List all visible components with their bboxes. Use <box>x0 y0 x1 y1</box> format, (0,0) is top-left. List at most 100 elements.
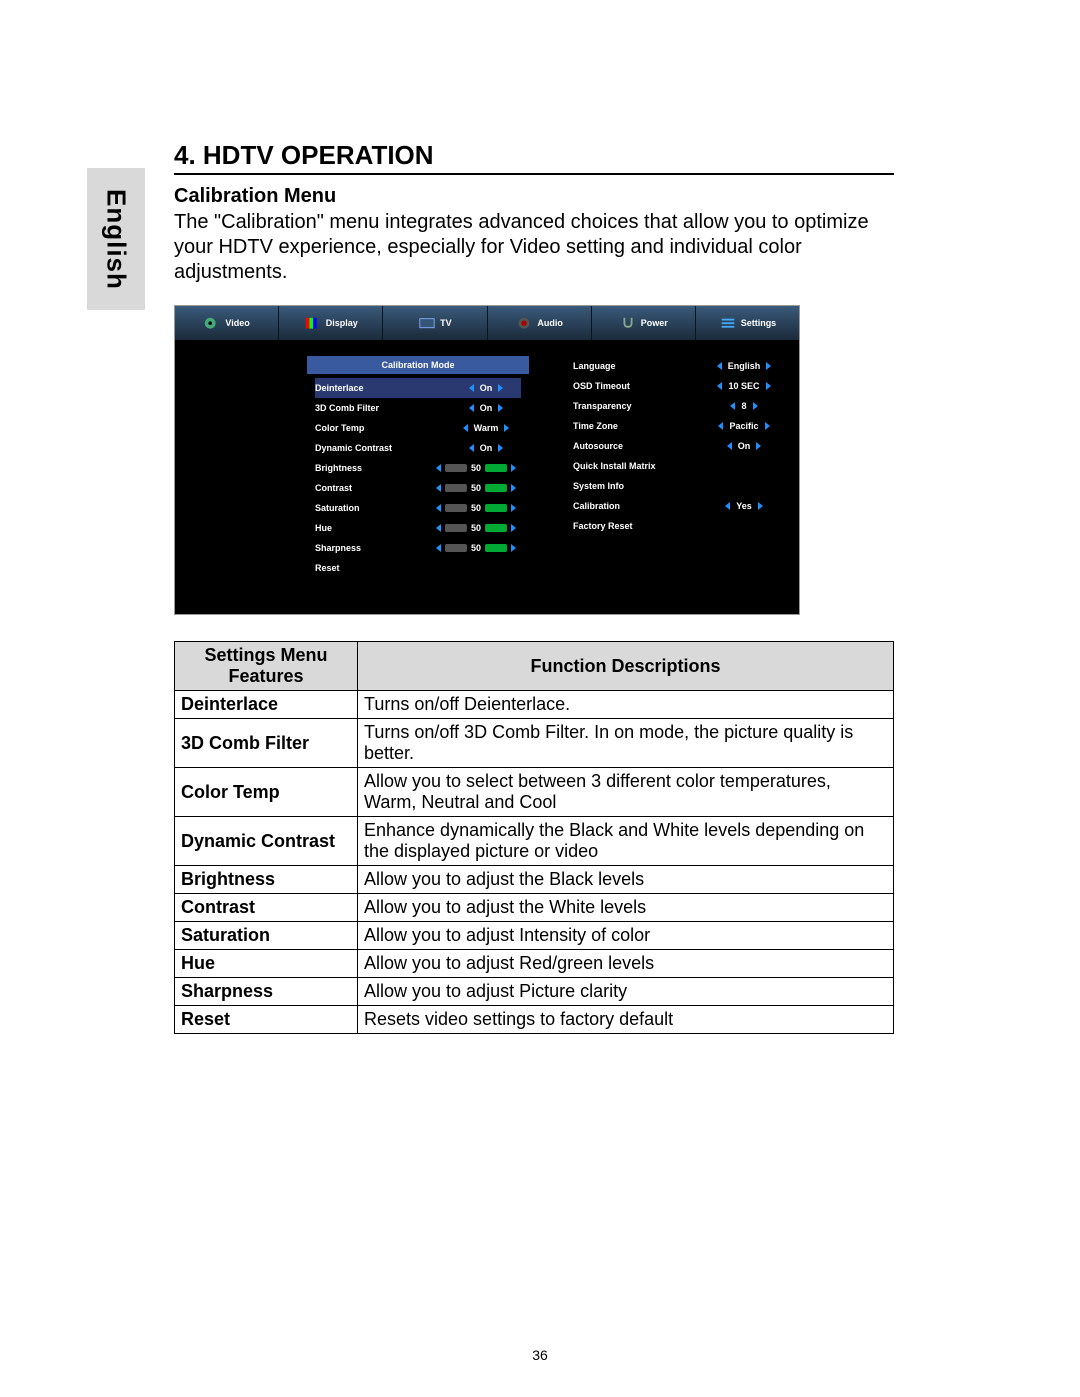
osd-row-deinterlace[interactable]: DeinterlaceOn <box>315 378 521 398</box>
osd-row-system-info[interactable]: System Info <box>573 476 779 496</box>
osd-value: 50 <box>471 523 481 533</box>
chevron-right-icon[interactable] <box>758 502 763 510</box>
osd-value-selector[interactable]: On <box>451 443 521 453</box>
chevron-left-icon[interactable] <box>436 464 441 472</box>
chevron-left-icon[interactable] <box>436 504 441 512</box>
osd-value-selector[interactable]: On <box>451 383 521 393</box>
osd-tab-tv[interactable]: TV <box>383 306 487 340</box>
chevron-right-icon[interactable] <box>511 544 516 552</box>
osd-value: 50 <box>471 543 481 553</box>
osd-slider[interactable]: 50 <box>431 523 521 533</box>
chevron-left-icon[interactable] <box>436 544 441 552</box>
language-tab-label: English <box>101 189 132 290</box>
chevron-left-icon[interactable] <box>469 384 474 392</box>
osd-row-sharpness[interactable]: Sharpness50 <box>315 538 521 558</box>
feature-name: Contrast <box>175 894 358 922</box>
chevron-right-icon[interactable] <box>511 504 516 512</box>
chevron-right-icon[interactable] <box>765 422 770 430</box>
chevron-right-icon[interactable] <box>511 524 516 532</box>
chevron-left-icon[interactable] <box>463 424 468 432</box>
osd-row-hue[interactable]: Hue50 <box>315 518 521 538</box>
osd-row-language[interactable]: LanguageEnglish <box>573 356 779 376</box>
table-row: ResetResets video settings to factory de… <box>175 1006 894 1034</box>
table-row: Color TempAllow you to select between 3 … <box>175 768 894 817</box>
osd-row-label: Reset <box>315 563 521 573</box>
osd-row-3d-comb-filter[interactable]: 3D Comb FilterOn <box>315 398 521 418</box>
osd-row-brightness[interactable]: Brightness50 <box>315 458 521 478</box>
osd-value-selector[interactable]: Pacific <box>709 421 779 431</box>
chevron-right-icon[interactable] <box>504 424 509 432</box>
chevron-left-icon[interactable] <box>469 404 474 412</box>
osd-tab-settings[interactable]: Settings <box>696 306 799 340</box>
chevron-left-icon[interactable] <box>436 484 441 492</box>
osd-value: 10 SEC <box>728 381 759 391</box>
osd-tab-power[interactable]: Power <box>592 306 696 340</box>
osd-slider[interactable]: 50 <box>431 503 521 513</box>
osd-slider[interactable]: 50 <box>431 543 521 553</box>
feature-description: Allow you to adjust the White levels <box>358 894 894 922</box>
osd-row-calibration[interactable]: Calibration Yes <box>573 496 779 516</box>
chevron-left-icon[interactable] <box>469 444 474 452</box>
feature-description: Turns on/off 3D Comb Filter. In on mode,… <box>358 719 894 768</box>
osd-tab-label: Audio <box>537 318 563 328</box>
osd-value-selector[interactable]: 8 <box>709 401 779 411</box>
osd-row-contrast[interactable]: Contrast50 <box>315 478 521 498</box>
osd-value-selector[interactable]: Yes <box>709 501 779 511</box>
osd-tab-display[interactable]: Display <box>279 306 383 340</box>
chevron-left-icon[interactable] <box>717 362 722 370</box>
osd-row-osd-timeout[interactable]: OSD Timeout10 SEC <box>573 376 779 396</box>
chevron-right-icon[interactable] <box>498 384 503 392</box>
chevron-right-icon[interactable] <box>511 464 516 472</box>
osd-tab-audio[interactable]: Audio <box>488 306 592 340</box>
osd-slider[interactable]: 50 <box>431 483 521 493</box>
osd-screenshot: Video Display TV <box>174 305 800 615</box>
slider-bar-right <box>485 464 507 472</box>
chevron-right-icon[interactable] <box>766 382 771 390</box>
feature-description: Allow you to adjust Picture clarity <box>358 978 894 1006</box>
slider-bar-right <box>485 504 507 512</box>
slider-bar-left <box>445 504 467 512</box>
chevron-right-icon[interactable] <box>498 404 503 412</box>
osd-row-quick-install-matrix[interactable]: Quick Install Matrix <box>573 456 779 476</box>
intro-paragraph: The "Calibration" menu integrates advanc… <box>174 210 894 285</box>
osd-slider[interactable]: 50 <box>431 463 521 473</box>
osd-value-selector[interactable]: On <box>709 441 779 451</box>
osd-row-transparency[interactable]: Transparency8 <box>573 396 779 416</box>
chevron-left-icon[interactable] <box>718 422 723 430</box>
osd-row-label: Calibration <box>573 501 709 511</box>
feature-description: Enhance dynamically the Black and White … <box>358 817 894 866</box>
feature-description: Allow you to adjust Intensity of color <box>358 922 894 950</box>
osd-row-time-zone[interactable]: Time ZonePacific <box>573 416 779 436</box>
chevron-right-icon[interactable] <box>766 362 771 370</box>
chevron-right-icon[interactable] <box>753 402 758 410</box>
osd-tab-label: Power <box>641 318 668 328</box>
slider-bar-right <box>485 484 507 492</box>
chevron-right-icon[interactable] <box>511 484 516 492</box>
chevron-left-icon[interactable] <box>730 402 735 410</box>
osd-row-factory-reset[interactable]: Factory Reset <box>573 516 779 536</box>
osd-row-dynamic-contrast[interactable]: Dynamic ContrastOn <box>315 438 521 458</box>
chevron-right-icon[interactable] <box>756 442 761 450</box>
osd-value-selector[interactable]: On <box>451 403 521 413</box>
osd-value-selector[interactable]: 10 SEC <box>709 381 779 391</box>
chevron-left-icon[interactable] <box>436 524 441 532</box>
feature-name: Dynamic Contrast <box>175 817 358 866</box>
slider-bar-left <box>445 544 467 552</box>
feature-name: Deinterlace <box>175 691 358 719</box>
osd-tab-video[interactable]: Video <box>175 306 279 340</box>
chevron-left-icon[interactable] <box>725 502 730 510</box>
chevron-right-icon[interactable] <box>498 444 503 452</box>
osd-value: Yes <box>736 501 752 511</box>
osd-value-selector[interactable]: Warm <box>451 423 521 433</box>
osd-row-color-temp[interactable]: Color TempWarm <box>315 418 521 438</box>
osd-row-saturation[interactable]: Saturation50 <box>315 498 521 518</box>
chevron-left-icon[interactable] <box>717 382 722 390</box>
osd-calibration-panel: Calibration Mode DeinterlaceOn3D Comb Fi… <box>175 350 533 614</box>
osd-value: 50 <box>471 503 481 513</box>
chevron-left-icon[interactable] <box>727 442 732 450</box>
osd-row-autosource[interactable]: AutosourceOn <box>573 436 779 456</box>
osd-value-selector[interactable]: English <box>709 361 779 371</box>
feature-name: 3D Comb Filter <box>175 719 358 768</box>
osd-row-reset[interactable]: Reset <box>315 558 521 578</box>
osd-row-label: Dynamic Contrast <box>315 443 451 453</box>
